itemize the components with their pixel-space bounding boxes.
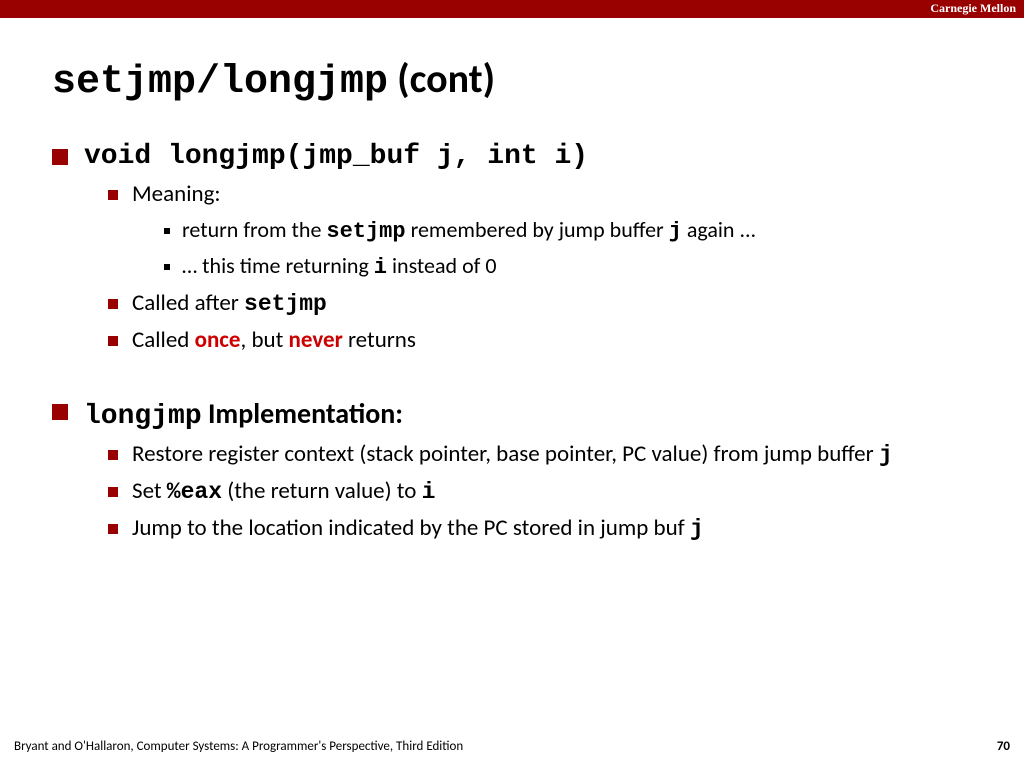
implementation-heading: longjmp Implementation: (84, 396, 403, 432)
square-bullet-icon (108, 190, 118, 200)
brand-label: Carnegie Mellon (930, 1, 1016, 16)
bullet-called-once: Called once, but never returns (108, 326, 972, 356)
square-bullet-icon (164, 228, 170, 234)
square-bullet-icon (108, 336, 118, 346)
header-bar: Carnegie Mellon (0, 0, 1024, 18)
square-bullet-icon (52, 404, 68, 420)
signature-text: void longjmp(jmp_buf j, int i) (84, 141, 588, 172)
title-rest: (cont) (388, 54, 495, 103)
meaning-1-text: return from the setjmp remembered by jum… (182, 216, 756, 247)
square-bullet-icon (108, 299, 118, 309)
slide-title: setjmp/longjmp (cont) (52, 54, 972, 105)
bullet-impl-1: Restore register context (stack pointer,… (108, 440, 972, 471)
bullet-impl-2: Set %eax (the return value) to i (108, 477, 972, 508)
square-bullet-icon (52, 149, 68, 165)
bullet-called-after: Called after setjmp (108, 289, 972, 320)
impl-1-text: Restore register context (stack pointer,… (132, 440, 893, 471)
footer-citation: Bryant and O'Hallaron, Computer Systems:… (14, 739, 463, 754)
called-after-text: Called after setjmp (132, 289, 327, 320)
bullet-meaning-2: … this time returning i instead of 0 (164, 252, 972, 283)
page-number: 70 (997, 739, 1010, 754)
called-once-text: Called once, but never returns (132, 326, 416, 356)
square-bullet-icon (164, 264, 170, 270)
bullet-signature: void longjmp(jmp_buf j, int i) (52, 141, 972, 172)
bullet-meaning: Meaning: (108, 180, 972, 210)
bullet-implementation: longjmp Implementation: (52, 396, 972, 432)
bullet-impl-3: Jump to the location indicated by the PC… (108, 514, 972, 545)
square-bullet-icon (108, 524, 118, 534)
slide-content: setjmp/longjmp (cont) void longjmp(jmp_b… (0, 18, 1024, 545)
square-bullet-icon (108, 487, 118, 497)
meaning-2-text: … this time returning i instead of 0 (182, 252, 497, 283)
impl-2-text: Set %eax (the return value) to i (132, 477, 435, 508)
footer: Bryant and O'Hallaron, Computer Systems:… (14, 739, 1010, 754)
impl-3-text: Jump to the location indicated by the PC… (132, 514, 704, 545)
square-bullet-icon (108, 450, 118, 460)
bullet-meaning-1: return from the setjmp remembered by jum… (164, 216, 972, 247)
meaning-label: Meaning: (132, 180, 221, 210)
title-mono: setjmp/longjmp (52, 60, 388, 105)
